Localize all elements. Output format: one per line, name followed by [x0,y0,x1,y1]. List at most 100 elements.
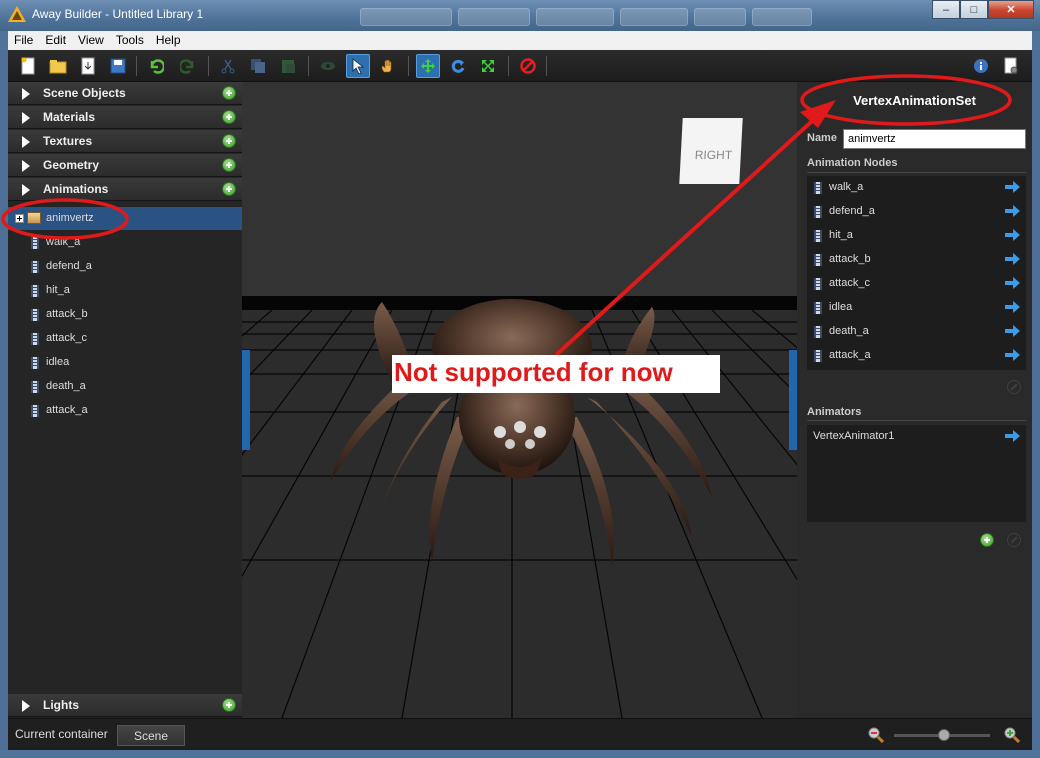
node-row-attack-a[interactable]: attack_a [807,344,1026,368]
toolbar-separator [136,56,137,76]
tree-item-attack-a[interactable]: attack_a [8,399,242,422]
go-to-arrow-icon[interactable] [1005,205,1020,217]
node-row-idlea[interactable]: idlea [807,296,1026,320]
undo-button[interactable] [144,54,168,78]
go-to-arrow-icon[interactable] [1005,229,1020,241]
animators-list: VertexAnimator1 [807,425,1026,522]
tree-item-defend-a[interactable]: defend_a [8,255,242,278]
name-input[interactable]: animvertz [843,129,1026,149]
zoom-slider-thumb[interactable] [938,729,950,741]
animation-set-icon [27,212,41,224]
delete-button[interactable] [516,54,540,78]
minimize-button[interactable]: – [932,0,960,19]
section-lights[interactable]: Lights [8,694,242,717]
left-panel-collapse-handle[interactable] [242,350,250,450]
add-animator-button[interactable] [980,533,994,547]
import-button[interactable] [76,54,100,78]
tree-item-label: attack_c [46,332,87,344]
right-panel-collapse-handle[interactable] [789,350,797,450]
menu-file[interactable]: File [8,31,39,47]
tree-item-attack-c[interactable]: attack_c [8,327,242,350]
tree-item-label: idlea [46,356,70,368]
maximize-button[interactable]: □ [960,0,988,19]
add-texture-button[interactable] [222,134,236,148]
visibility-button[interactable] [316,54,340,78]
animation-node-icon [814,326,822,338]
move-tool-button[interactable] [416,54,440,78]
section-label: Geometry [43,158,100,172]
library-panel: Scene Objects Materials Textures Geometr… [8,82,242,718]
tree-item-idlea[interactable]: idlea [8,351,242,374]
animation-node-icon [814,302,822,314]
section-animations[interactable]: Animations [8,178,242,201]
menu-tools[interactable]: Tools [110,31,150,47]
tree-item-label: attack_b [46,308,88,320]
go-to-arrow-icon[interactable] [1005,253,1020,265]
go-to-arrow-icon[interactable] [1005,181,1020,193]
remove-node-button[interactable] [1007,380,1021,394]
toolbar [8,50,1032,82]
new-document-icon [21,57,35,75]
scale-icon [482,60,494,72]
scale-tool-button[interactable] [476,54,500,78]
title-bar: Away Builder - Untitled Library 1 – □ ✕ [0,0,1040,31]
save-button[interactable] [106,54,130,78]
node-row-hit-a[interactable]: hit_a [807,224,1026,248]
go-to-arrow-icon[interactable] [1005,349,1020,361]
go-to-arrow-icon[interactable] [1005,277,1020,289]
node-row-defend-a[interactable]: defend_a [807,200,1026,224]
view-cube-label: RIGHT [694,148,733,162]
go-to-arrow-icon[interactable] [1005,430,1020,442]
rotate-tool-button[interactable] [446,54,470,78]
zoom-out-icon[interactable] [868,727,884,743]
animation-node-icon [31,309,39,321]
copy-button[interactable] [246,54,270,78]
add-scene-object-button[interactable] [222,86,236,100]
section-materials[interactable]: Materials [8,106,242,129]
tree-item-animvertz[interactable]: animvertz [8,207,242,230]
status-bar: Current container Scene [8,718,1032,750]
node-row-walk-a[interactable]: walk_a [807,176,1026,200]
menu-view[interactable]: View [72,31,110,47]
cut-button[interactable] [216,54,240,78]
scene-viewport[interactable]: RIGHT [242,82,797,718]
animator-row[interactable]: VertexAnimator1 [807,425,1026,449]
scene-button[interactable]: Scene [117,725,185,746]
tree-item-label: walk_a [46,236,81,248]
tree-item-hit-a[interactable]: hit_a [8,279,242,302]
node-row-attack-b[interactable]: attack_b [807,248,1026,272]
add-geometry-button[interactable] [222,158,236,172]
add-animation-button[interactable] [222,182,236,196]
open-button[interactable] [46,54,70,78]
node-row-attack-c[interactable]: attack_c [807,272,1026,296]
section-scene-objects[interactable]: Scene Objects [8,82,242,105]
section-geometry[interactable]: Geometry [8,154,242,177]
new-document-button[interactable] [16,54,40,78]
go-to-arrow-icon[interactable] [1005,301,1020,313]
zoom-in-icon[interactable] [1004,727,1020,743]
paste-button[interactable] [276,54,300,78]
go-to-arrow-icon[interactable] [1005,325,1020,337]
section-label: Materials [43,110,96,124]
view-cube[interactable]: RIGHT [679,118,743,184]
tree-item-walk-a[interactable]: walk_a [8,231,242,254]
close-button[interactable]: ✕ [988,0,1034,19]
tree-item-death-a[interactable]: death_a [8,375,242,398]
pan-tool-button[interactable] [376,54,400,78]
select-tool-button[interactable] [346,54,370,78]
node-label: walk_a [829,181,864,193]
tree-item-attack-b[interactable]: attack_b [8,303,242,326]
expand-icon[interactable] [15,214,24,223]
add-light-button[interactable] [222,698,236,712]
info-button[interactable] [969,54,993,78]
redo-button[interactable] [176,54,200,78]
menu-edit[interactable]: Edit [39,31,72,47]
section-textures[interactable]: Textures [8,130,242,153]
remove-animator-button[interactable] [1007,533,1021,547]
add-material-button[interactable] [222,110,236,124]
node-row-death-a[interactable]: death_a [807,320,1026,344]
properties-title: VertexAnimationSet [853,93,976,108]
document-settings-button[interactable] [999,54,1023,78]
menu-help[interactable]: Help [150,31,187,47]
animation-node-icon [31,381,39,393]
